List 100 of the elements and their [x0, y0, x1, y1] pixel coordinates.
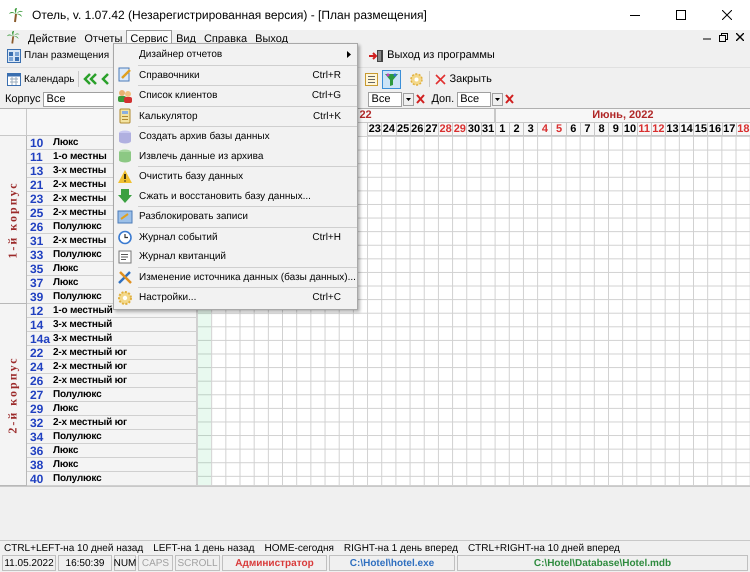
- menu-item[interactable]: Отчеты: [80, 30, 126, 46]
- hint-text: CTRL+RIGHT-на 10 дней вперед: [468, 542, 620, 556]
- room-type: Полулюкс: [53, 430, 102, 442]
- room-type: 2-х местны: [53, 206, 106, 218]
- room-number: 29: [30, 402, 44, 414]
- menu-item[interactable]: Настройки... Ctrl+C: [114, 288, 357, 308]
- room-type: Люкс: [53, 262, 78, 274]
- maximize-icon: [676, 10, 686, 20]
- room-type: Люкс: [53, 458, 78, 470]
- room-number: 25: [30, 206, 44, 218]
- room-type: Полулюкс: [53, 290, 102, 302]
- room-number: 40: [30, 472, 44, 484]
- menu-item[interactable]: Выход: [251, 30, 292, 46]
- hint-text: CTRL+LEFT-на 10 дней назад: [4, 542, 144, 556]
- shortcut-label: Ctrl+G: [312, 89, 341, 104]
- close-icon: [722, 10, 732, 20]
- people-icon: [117, 88, 133, 104]
- menu-item[interactable]: Разблокировать записи: [114, 207, 357, 226]
- menu-item[interactable]: Вид: [172, 30, 200, 46]
- room-type: Полулюкс: [53, 472, 102, 484]
- clock-icon: [117, 229, 133, 246]
- menu-item[interactable]: Создать архив базы данных: [114, 127, 357, 146]
- group-label: 2-й корпус: [5, 356, 21, 434]
- status-text: C:\Hotel\hotel.exe: [350, 556, 434, 570]
- room-type: Полулюкс: [53, 388, 102, 400]
- room-number: 33: [30, 248, 44, 260]
- status-text: SCROLL: [178, 556, 218, 570]
- palm-tree-icon: [8, 7, 24, 23]
- menu-item[interactable]: Справочники Ctrl+R: [114, 66, 357, 85]
- room-number: 36: [30, 444, 44, 456]
- filter-field[interactable]: Все: [457, 92, 492, 106]
- menu-item[interactable]: Действие: [24, 30, 80, 46]
- calendar-button[interactable]: Календарь: [6, 69, 76, 89]
- notepad-icon: [117, 67, 133, 84]
- down-arrow-icon: [117, 188, 133, 204]
- panel-icon: [117, 208, 133, 225]
- gear-icon: [117, 290, 133, 306]
- room-number: 38: [30, 458, 44, 470]
- hint-text: LEFT-на 1 день назад: [153, 542, 254, 556]
- database-icon: [117, 128, 133, 145]
- shortcut-label: Ctrl+K: [312, 110, 341, 124]
- room-number: 32: [30, 416, 44, 428]
- room-type: Люкс: [53, 276, 78, 288]
- tools-icon: [117, 269, 133, 286]
- exit-button[interactable]: Выход из программы: [366, 46, 497, 66]
- list-icon: [364, 72, 378, 86]
- menu-item[interactable]: Извлечь данные из архива: [114, 146, 357, 166]
- hint-text: RIGHT-на 1 день вперед: [344, 542, 458, 556]
- room-type: Люкс: [53, 444, 78, 456]
- menu-item[interactable]: Сжать и восстановить базу данных...: [114, 186, 357, 206]
- shortcut-label: Ctrl+R: [312, 68, 341, 83]
- menu-item[interactable]: Журнал событий Ctrl+H: [114, 228, 357, 247]
- room-type: 3-х местны: [53, 164, 106, 176]
- menu-item[interactable]: Дизайнер отчетов: [114, 45, 357, 64]
- list-button[interactable]: [362, 70, 380, 88]
- menu-item[interactable]: Журнал квитанций: [114, 247, 357, 266]
- room-type: 1-о местны: [53, 150, 107, 162]
- room-type: Полулюкс: [53, 220, 102, 232]
- group-label: 1-й корпус: [5, 180, 21, 258]
- close-plan-button[interactable]: Закрыть: [434, 70, 493, 88]
- dropdown-icon: [492, 92, 504, 106]
- menu-item[interactable]: Изменение источника данных (базы данных)...: [114, 268, 357, 287]
- room-type: 2-х местны: [53, 178, 106, 190]
- room-number: 31: [30, 234, 44, 246]
- shortcut-label: Ctrl+C: [312, 291, 341, 306]
- month-label: 22: [358, 109, 373, 122]
- room-number: 21: [30, 178, 44, 190]
- database-icon: [117, 148, 133, 164]
- status-text: Администратор: [235, 556, 314, 570]
- room-number: 27: [30, 388, 44, 400]
- palm-tree-icon: [6, 30, 20, 44]
- hint-text: HOME-сегодня: [264, 542, 334, 556]
- menu-item[interactable]: Очистить базу данных: [114, 167, 357, 186]
- room-type: 3-х местный: [53, 332, 112, 344]
- room-number: 34: [30, 430, 44, 442]
- dropdown-icon: [403, 92, 414, 106]
- status-text: 16:50:39: [66, 556, 104, 570]
- room-type: 2-х местный юг: [53, 346, 127, 358]
- room-number: 11: [30, 150, 43, 162]
- building-label: Корпус: [5, 92, 40, 107]
- filter-button[interactable]: [382, 70, 402, 88]
- filter-icon: [385, 72, 398, 86]
- room-number: 10: [30, 136, 44, 148]
- filter-field[interactable]: Все: [368, 92, 402, 106]
- status-text: 11.05.2022: [4, 556, 54, 570]
- grid-icon: [7, 48, 21, 62]
- restore-icon: [719, 32, 728, 42]
- room-type: Полулюкс: [53, 248, 102, 260]
- window-title: Отель, v. 1.07.42 (Незарегистрированная версия) - [План размещения]: [32, 7, 428, 24]
- status-text: NUM: [114, 556, 136, 570]
- plan-button[interactable]: План размещения: [6, 46, 110, 66]
- double-left-arrow-icon: [83, 73, 98, 85]
- exit-door-icon: [368, 48, 384, 62]
- room-number: 39: [30, 290, 44, 302]
- menu-item[interactable]: Калькулятор Ctrl+K: [114, 106, 357, 126]
- close-icon: [435, 74, 446, 84]
- room-type: 2-х местный юг: [53, 360, 127, 372]
- menu-item[interactable]: Справка: [200, 30, 252, 46]
- room-number: 24: [30, 360, 44, 372]
- room-type: 1-о местный: [53, 304, 113, 316]
